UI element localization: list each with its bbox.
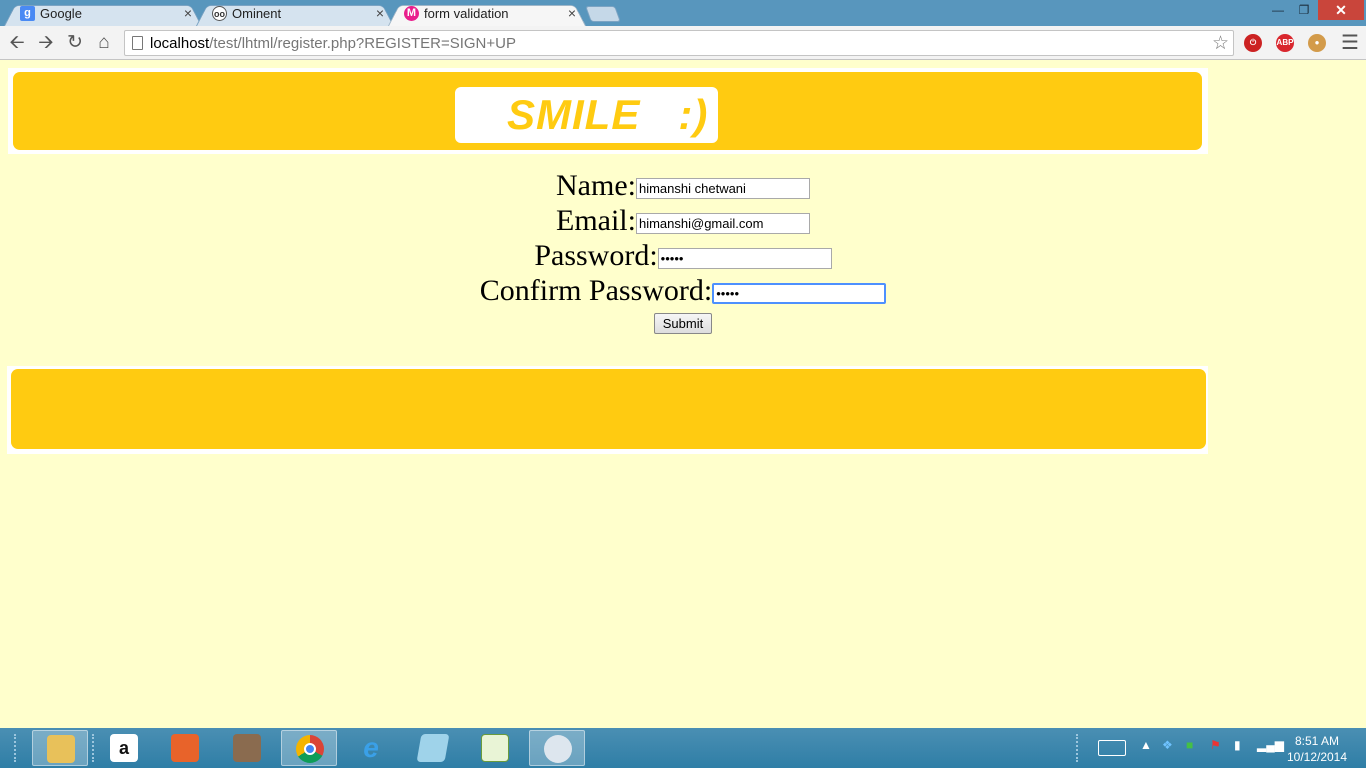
- office-icon: [171, 734, 199, 762]
- name-row: Name:: [0, 169, 1366, 203]
- url-text[interactable]: localhost/test/lhtml/register.php?REGIST…: [150, 35, 516, 52]
- power-icon[interactable]: ▮: [1234, 738, 1241, 752]
- name-label: Name:: [556, 169, 636, 202]
- flag-icon[interactable]: ⚑: [1210, 738, 1221, 752]
- ominent-icon: oo: [212, 6, 227, 21]
- page-icon: [132, 36, 143, 50]
- tab-title: Google: [40, 6, 82, 21]
- page-content: SMILE :) Name: Email: Password: Confirm …: [0, 61, 1366, 728]
- tab-ominent[interactable]: oo Ominent ×: [196, 2, 394, 26]
- internet-explorer-button[interactable]: e: [343, 730, 399, 766]
- header: SMILE :): [8, 68, 1208, 154]
- menu-icon[interactable]: ☰: [1341, 30, 1359, 55]
- address-bar[interactable]: localhost/test/lhtml/register.php?REGIST…: [124, 30, 1234, 56]
- internet-explorer-icon: e: [363, 732, 379, 763]
- paint-icon: [544, 735, 572, 763]
- chrome-button[interactable]: [281, 730, 337, 766]
- notes-button[interactable]: [405, 730, 461, 766]
- keyboard-icon[interactable]: [1098, 740, 1126, 756]
- url-host: localhost: [150, 35, 210, 52]
- tab-title: Ominent: [232, 6, 282, 21]
- notes-icon: [416, 734, 450, 762]
- notepad-plus-button[interactable]: [467, 730, 523, 766]
- clock-date: 10/12/2014: [1286, 750, 1348, 764]
- browser-tab-strip: g Google × oo Ominent × M form validatio…: [0, 0, 1366, 26]
- taskbar: a e ▲ ❖ ■ ⚑ ▮ ▂▄▆ 8:51 AM 10/12/2014: [0, 728, 1366, 768]
- notepad-plus-icon: [481, 734, 509, 762]
- office-button[interactable]: [157, 730, 213, 766]
- confirm-password-input[interactable]: [712, 283, 887, 304]
- footer-band: [11, 369, 1206, 449]
- file-explorer-button[interactable]: [32, 730, 88, 766]
- bookmark-star-icon[interactable]: ☆: [1212, 32, 1229, 55]
- sync-icon[interactable]: ■: [1186, 738, 1193, 752]
- form-favicon-icon: M: [404, 6, 419, 21]
- clock[interactable]: 8:51 AM 10/12/2014: [1280, 733, 1354, 765]
- dropbox-icon[interactable]: ❖: [1162, 738, 1173, 752]
- media-player-button[interactable]: [219, 730, 275, 766]
- clock-time: 8:51 AM: [1294, 734, 1340, 748]
- reload-icon[interactable]: ↻: [63, 31, 87, 55]
- close-icon[interactable]: ×: [568, 5, 576, 21]
- email-input[interactable]: [635, 213, 810, 234]
- new-tab-button[interactable]: [585, 6, 621, 22]
- logo-text: SMILE :): [507, 91, 709, 138]
- taskbar-grip: [14, 734, 18, 762]
- browser-toolbar: 🡨 🡪 ↻ ⌂ localhost/test/lhtml/register.ph…: [0, 26, 1366, 60]
- adblock-plus-icon[interactable]: ABP: [1276, 34, 1294, 52]
- file-explorer-icon: [47, 735, 75, 763]
- email-row: Email:: [0, 204, 1366, 238]
- taskbar-grip: [1076, 734, 1080, 762]
- submit-button[interactable]: Submit: [654, 313, 712, 334]
- logo: SMILE :): [455, 87, 718, 143]
- confirm-password-row: Confirm Password:: [0, 274, 1366, 308]
- back-arrow-icon[interactable]: 🡨: [5, 31, 29, 55]
- tab-google[interactable]: g Google ×: [4, 2, 202, 26]
- tab-form-validation[interactable]: M form validation ×: [388, 2, 586, 26]
- close-icon[interactable]: ×: [184, 5, 192, 21]
- cookie-extension-icon[interactable]: ●: [1308, 34, 1326, 52]
- chrome-icon: [296, 735, 324, 763]
- amazon-icon: a: [110, 734, 138, 762]
- name-input[interactable]: [635, 178, 810, 199]
- password-row: Password:: [0, 239, 1366, 273]
- password-label: Password:: [534, 239, 658, 272]
- adblock-label: ABP: [1276, 38, 1294, 47]
- email-label: Email:: [556, 204, 636, 237]
- paint-button[interactable]: [529, 730, 585, 766]
- close-icon[interactable]: ×: [376, 5, 384, 21]
- home-icon[interactable]: ⌂: [92, 31, 116, 55]
- forward-arrow-icon[interactable]: 🡪: [34, 31, 58, 55]
- restore-icon[interactable]: ❐: [1290, 0, 1318, 20]
- minimize-icon[interactable]: —: [1264, 0, 1292, 20]
- show-hidden-icons-icon[interactable]: ▲: [1140, 738, 1152, 752]
- confirm-password-label: Confirm Password:: [479, 274, 713, 307]
- password-input[interactable]: [657, 248, 832, 269]
- media-player-icon: [233, 734, 261, 762]
- google-icon: g: [20, 6, 35, 21]
- amazon-button[interactable]: a: [96, 730, 152, 766]
- url-path: /test/lhtml/register.php?REGISTER=SIGN+U…: [209, 35, 516, 52]
- footer: [7, 366, 1208, 454]
- header-band: SMILE :): [13, 72, 1202, 150]
- window-close-icon[interactable]: ✕: [1318, 0, 1364, 20]
- power-extension-icon[interactable]: ⏻: [1244, 34, 1262, 52]
- tab-title: form validation: [424, 6, 509, 21]
